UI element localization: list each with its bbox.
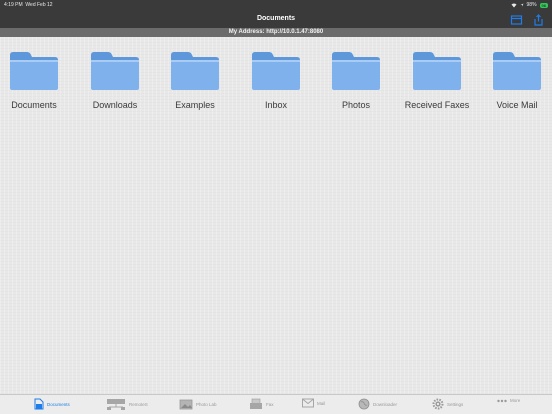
folder-icon — [493, 52, 541, 90]
folder-icon — [91, 52, 139, 90]
folder-icon — [252, 52, 300, 90]
tab-label: Mail — [317, 400, 326, 406]
folder-icon — [413, 52, 461, 90]
tab-bar: Documents RemoteS Photo Lab Fax Mail Dow… — [0, 394, 552, 414]
page-title: Documents — [256, 15, 296, 22]
gear-icon — [432, 398, 444, 410]
folder-received-faxes[interactable]: Received Faxes — [397, 51, 477, 110]
tab-label: Settings — [447, 401, 464, 407]
folder-documents[interactable]: Documents — [0, 51, 74, 110]
navigation-bar: Documents — [0, 10, 552, 28]
folder-grid: Documents Downloads Examples Inbox Photo… — [0, 37, 552, 394]
wifi-icon — [511, 3, 517, 7]
status-time-date: 4:19 PM Wed Feb 12 — [4, 2, 53, 8]
tab-label: Fax — [266, 401, 274, 407]
photo-icon — [179, 399, 193, 410]
documents-icon — [34, 398, 44, 410]
location-icon — [520, 3, 524, 7]
mail-icon — [302, 398, 314, 408]
folder-inbox[interactable]: Inbox — [236, 51, 316, 110]
folder-icon — [10, 52, 58, 90]
tab-label: Downloader — [373, 401, 398, 407]
tab-settings[interactable]: Settings — [432, 398, 463, 410]
folder-label: Inbox — [264, 100, 288, 110]
tab-more[interactable]: More — [497, 398, 520, 403]
folder-label: Documents — [11, 100, 57, 110]
tab-label: More — [510, 398, 521, 403]
tab-label: RemoteS — [129, 401, 148, 407]
folder-label: Photos — [341, 100, 371, 110]
tab-mail[interactable]: Mail — [302, 398, 325, 408]
folder-label: Downloads — [92, 100, 138, 110]
tab-fax[interactable]: Fax — [249, 398, 274, 410]
folder-voice-mail[interactable]: Voice Mail — [477, 51, 552, 110]
globe-icon — [358, 398, 370, 410]
tab-remotes[interactable]: RemoteS — [106, 398, 148, 410]
folder-examples[interactable]: Examples — [155, 51, 235, 110]
folder-label: Received Faxes — [404, 100, 470, 110]
fax-icon — [250, 398, 262, 409]
battery-percent: 98% — [526, 2, 537, 8]
folder-label: Voice Mail — [496, 100, 538, 110]
tab-documents[interactable]: Documents — [34, 398, 70, 410]
status-date: Wed Feb 12 — [25, 2, 53, 8]
address-bar: My Address: http://10.0.1.47:8080 — [0, 28, 552, 37]
tab-label: Photo Lab — [196, 401, 217, 407]
folder-downloads[interactable]: Downloads — [75, 51, 155, 110]
folder-photos[interactable]: Photos — [316, 51, 396, 110]
tab-downloader[interactable]: Downloader — [358, 398, 397, 410]
share-icon — [534, 14, 543, 26]
status-time: 4:19 PM — [4, 2, 23, 8]
more-icon — [497, 399, 507, 402]
share-button[interactable] — [532, 13, 545, 26]
tab-label: Documents — [47, 401, 70, 407]
folder-icon — [171, 52, 219, 90]
folder-icon — [332, 52, 380, 90]
network-icon — [107, 399, 125, 410]
battery-icon: 96 — [539, 2, 548, 8]
tab-photo-lab[interactable]: Photo Lab — [179, 398, 217, 410]
folder-label: Examples — [175, 100, 215, 110]
status-right: 98% 96 — [511, 2, 548, 8]
status-bar: 4:19 PM Wed Feb 12 98% 96 — [0, 0, 552, 10]
